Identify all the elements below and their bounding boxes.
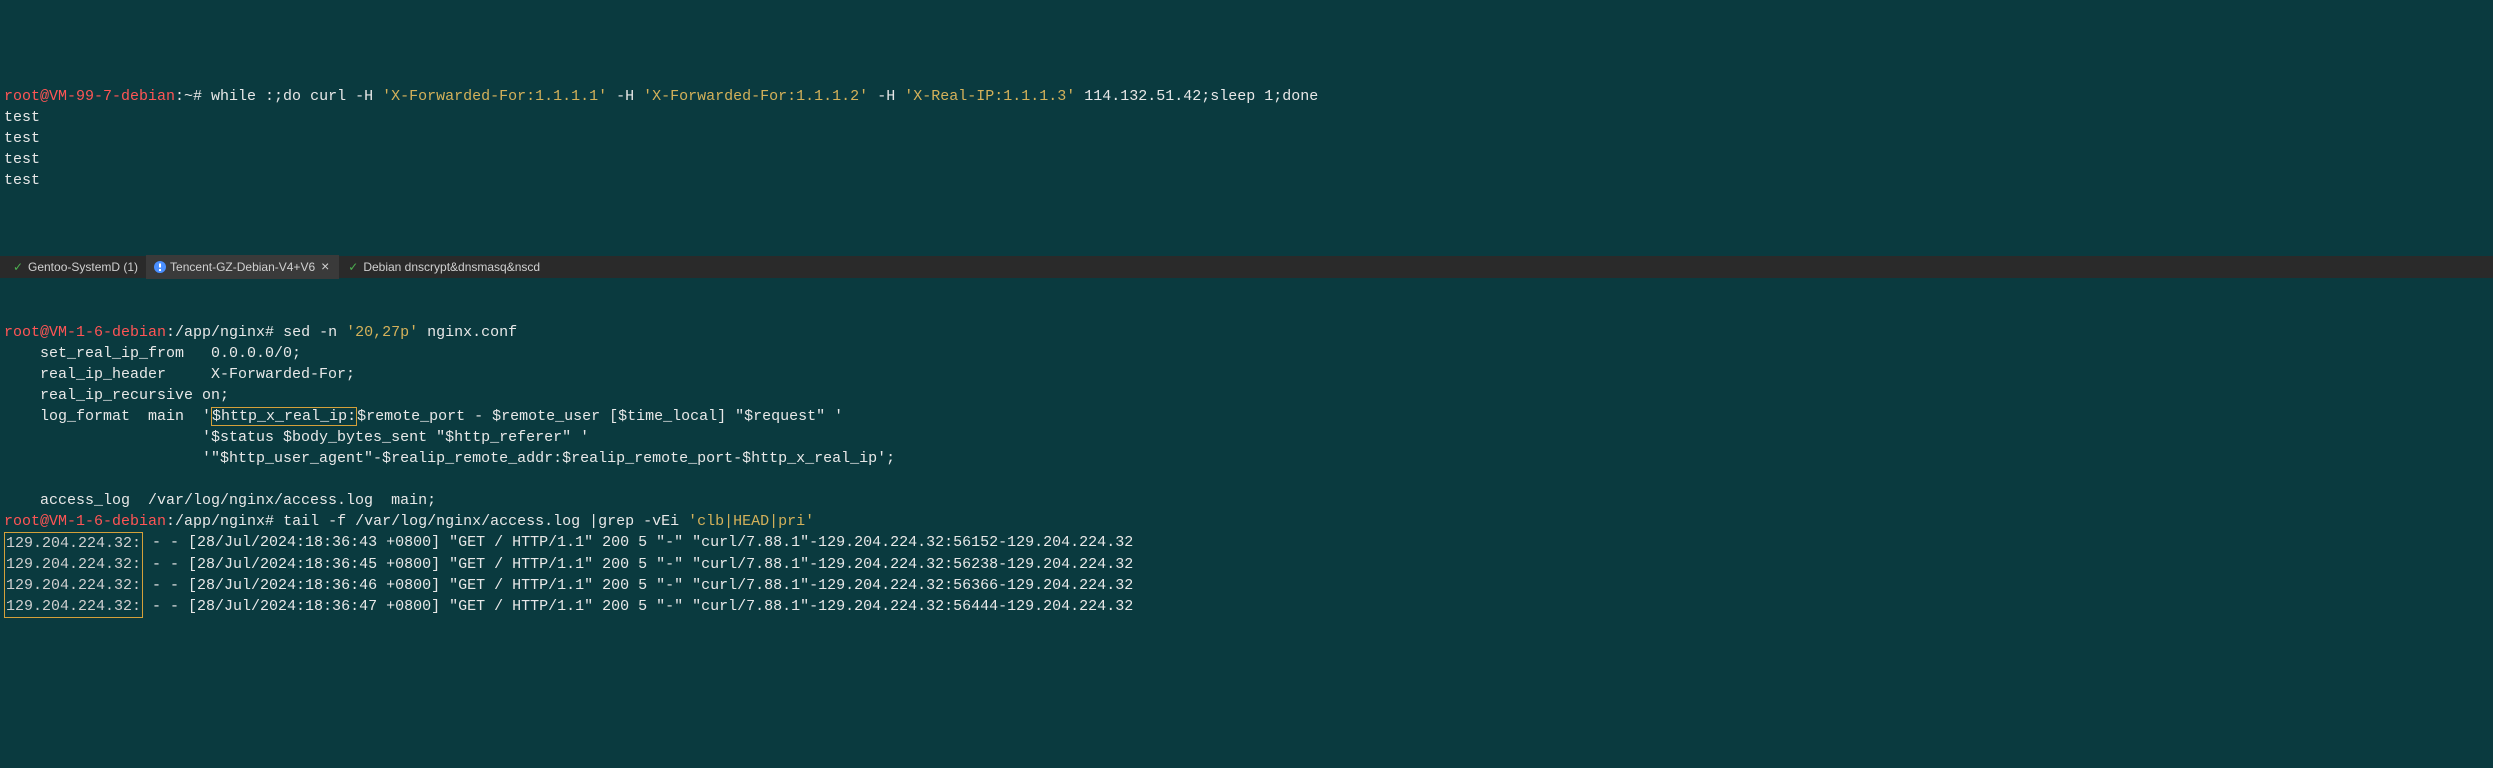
access-log-line: 129.204.224.32: - - [28/Jul/2024:18:36:4… <box>4 554 2489 575</box>
output-line: test <box>4 109 40 126</box>
cmd-text: while :;do curl -H <box>202 88 382 105</box>
access-log-line: 129.204.224.32: - - [28/Jul/2024:18:36:4… <box>4 575 2489 596</box>
close-icon[interactable]: × <box>319 257 331 277</box>
prompt-path-bottom: :/app/nginx# <box>166 324 274 341</box>
output-line: test <box>4 172 40 189</box>
nginx-conf-line: '"$http_user_agent"-$realip_remote_addr:… <box>4 450 895 467</box>
prompt-user-bottom: root@VM-1-6-debian <box>4 324 166 341</box>
tab-tencent-debian[interactable]: Tencent-GZ-Debian-V4+V6 × <box>146 255 339 279</box>
highlighted-ip: 129.204.224.32: <box>4 575 143 596</box>
bottom-terminal[interactable]: root@VM-1-6-debian:/app/nginx# sed -n '2… <box>0 320 2493 641</box>
header-arg-3: 'X-Real-IP:1.1.1.3' <box>904 88 1075 105</box>
nginx-conf-line: real_ip_recursive on; <box>4 387 229 404</box>
check-icon: ✓ <box>12 261 24 273</box>
highlighted-variable: $http_x_real_ip: <box>211 407 357 426</box>
nginx-conf-line: log_format main '$http_x_real_ip:$remote… <box>4 407 843 426</box>
nginx-conf-line: real_ip_header X-Forwarded-For; <box>4 366 355 383</box>
header-arg-1: 'X-Forwarded-For:1.1.1.1' <box>382 88 607 105</box>
header-arg-2: 'X-Forwarded-For:1.1.1.2' <box>643 88 868 105</box>
highlighted-ip: 129.204.224.32: <box>4 596 143 618</box>
sed-range: '20,27p' <box>346 324 418 341</box>
tab-debian-dnscrypt[interactable]: ✓ Debian dnscrypt&dnsmasq&nscd <box>339 257 548 278</box>
highlighted-ip: 129.204.224.32: <box>4 554 143 575</box>
tab-label: Gentoo-SystemD (1) <box>28 259 138 276</box>
output-line: test <box>4 130 40 147</box>
access-log-line: 129.204.224.32: - - [28/Jul/2024:18:36:4… <box>4 532 2489 554</box>
highlighted-ip: 129.204.224.32: <box>4 532 143 554</box>
access-log-line: 129.204.224.32: - - [28/Jul/2024:18:36:4… <box>4 596 2489 618</box>
nginx-conf-line: access_log /var/log/nginx/access.log mai… <box>4 492 436 509</box>
nginx-conf-line: set_real_ip_from 0.0.0.0/0; <box>4 345 301 362</box>
nginx-conf-line: '$status $body_bytes_sent "$http_referer… <box>4 429 589 446</box>
tab-label: Tencent-GZ-Debian-V4+V6 <box>170 259 315 276</box>
prompt-path-top: :~# <box>175 88 202 105</box>
tab-bar: ✓ Gentoo-SystemD (1) Tencent-GZ-Debian-V… <box>0 256 2493 278</box>
output-line: test <box>4 151 40 168</box>
tab-label: Debian dnscrypt&dnsmasq&nscd <box>363 259 540 276</box>
top-terminal[interactable]: root@VM-99-7-debian:~# while :;do curl -… <box>0 84 2493 214</box>
grep-pattern: 'clb|HEAD|pri' <box>688 513 814 530</box>
check-icon: ✓ <box>347 261 359 273</box>
tab-gentoo[interactable]: ✓ Gentoo-SystemD (1) <box>4 257 146 278</box>
prompt-user-top: root@VM-99-7-debian <box>4 88 175 105</box>
warn-icon <box>154 261 166 273</box>
